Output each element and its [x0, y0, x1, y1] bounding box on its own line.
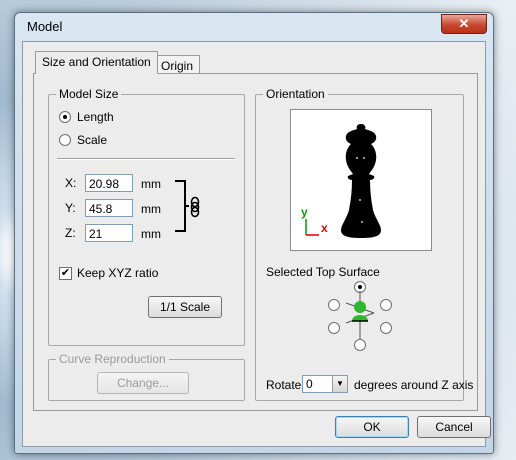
dropdown-arrow-icon[interactable]: ▼ — [332, 376, 347, 392]
rotate-label: Rotate — [266, 378, 302, 392]
title-bar[interactable]: Model ✕ — [15, 13, 493, 41]
top-surface-radio-upper-right[interactable] — [380, 299, 392, 311]
model-size-legend: Model Size — [56, 87, 122, 101]
rotate-suffix-label: degrees around Z axis — [354, 378, 474, 392]
keep-ratio-checkbox[interactable]: ✔ — [59, 267, 72, 280]
one-to-one-scale-button[interactable]: 1/1 Scale — [148, 296, 222, 318]
model-size-group: Model Size Length Scale X: 20.98 mm Y: 4… — [48, 87, 245, 346]
top-surface-radio-upper-left[interactable] — [328, 299, 340, 311]
selected-top-surface-label: Selected Top Surface — [266, 265, 380, 279]
close-icon: ✕ — [458, 16, 470, 31]
z-axis-label: Z: — [65, 226, 76, 240]
z-size-input[interactable]: 21 — [85, 224, 133, 242]
model-dialog: Model ✕ Size and Orientation Origin Mode… — [14, 12, 494, 454]
change-button[interactable]: Change... — [97, 372, 189, 394]
y-size-input[interactable]: 45.8 — [85, 199, 133, 217]
window-title: Model — [27, 19, 63, 34]
cancel-button[interactable]: Cancel — [417, 416, 491, 438]
close-button[interactable]: ✕ — [441, 14, 487, 34]
scale-radio[interactable] — [59, 134, 71, 146]
orientation-group: Orientation y x Selected Top Surface Rot… — [255, 87, 473, 401]
top-surface-radio-lower-right[interactable] — [380, 322, 392, 334]
y-unit-label: mm — [141, 202, 161, 216]
orientation-legend: Orientation — [263, 87, 328, 101]
scale-radio-label: Scale — [77, 133, 108, 147]
ok-button[interactable]: OK — [335, 416, 409, 438]
tab-page-size-orientation: Model Size Length Scale X: 20.98 mm Y: 4… — [33, 73, 478, 411]
length-radio-label: Length — [77, 110, 114, 124]
orientation-figure-icon — [345, 291, 375, 339]
top-surface-radio-lower-left[interactable] — [328, 322, 340, 334]
x-size-input[interactable]: 20.98 — [85, 174, 133, 192]
x-axis-indicator: x — [321, 221, 328, 235]
dialog-client-area: Size and Orientation Origin Model Size L… — [22, 41, 491, 447]
x-unit-label: mm — [141, 177, 161, 191]
checkmark-icon: ✔ — [60, 267, 71, 279]
chain-link-icon[interactable] — [189, 196, 201, 218]
model-preview[interactable]: y x — [290, 109, 432, 251]
y-axis-indicator: y — [301, 205, 308, 219]
tab-size-and-orientation[interactable]: Size and Orientation — [35, 51, 158, 74]
rotate-value: 0 — [306, 377, 313, 391]
model-size-divider — [57, 158, 235, 160]
keep-ratio-label: Keep XYZ ratio — [77, 266, 159, 280]
z-unit-label: mm — [141, 227, 161, 241]
x-axis-label: X: — [65, 176, 77, 190]
curve-reproduction-group: Curve Reproduction Change... — [48, 352, 245, 401]
rotate-dropdown[interactable]: 0 ▼ — [302, 375, 348, 393]
length-radio[interactable] — [59, 111, 71, 123]
curve-reproduction-legend: Curve Reproduction — [56, 352, 169, 366]
y-axis-label: Y: — [65, 201, 76, 215]
